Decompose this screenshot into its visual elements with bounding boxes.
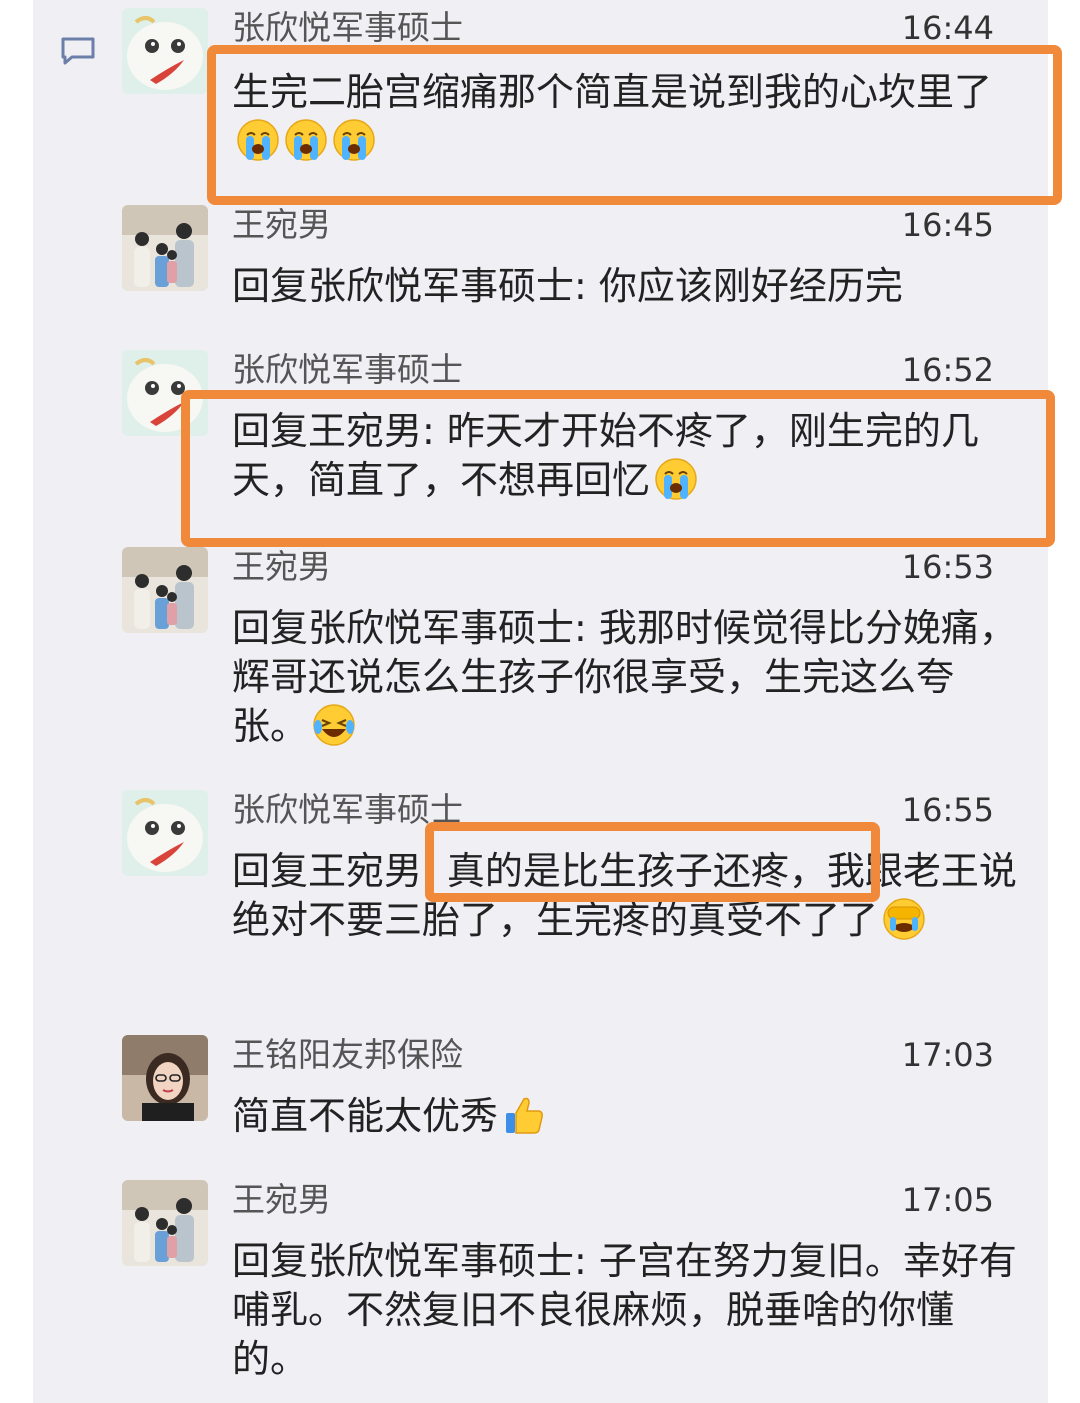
crying-emoji [284,118,328,162]
cat-avatar[interactable] [122,8,208,94]
sender-name[interactable]: 张欣悦军事硕士 [232,8,463,48]
message-text: 回复张欣悦军事硕士: 子宫在努力复旧。幸好有哺乳。不然复旧不良很麻烦，脱垂啥的你… [232,1237,1017,1384]
message-text: 回复王宛男: 真的是比生孩子还疼，我跟老王说绝对不要三胎了，生完疼的真受不了了 [232,847,1017,945]
laughing-tears-emoji [312,703,356,747]
comment-icon[interactable] [60,36,96,66]
sender-name[interactable]: 王铭阳友邦保险 [232,1035,463,1075]
sender-name[interactable]: 张欣悦军事硕士 [232,790,463,830]
sender-name[interactable]: 王宛男 [232,547,331,587]
message-time: 16:45 [901,206,994,244]
sender-name[interactable]: 王宛男 [232,1180,331,1220]
message-body: 简直不能太优秀 [232,1094,499,1138]
message-time: 16:55 [901,791,994,829]
message-text: 回复张欣悦军事硕士: 我那时候觉得比分娩痛，辉哥还说怎么生孩子你很享受，生完这么… [232,604,1017,751]
family-avatar[interactable] [122,547,208,633]
family-avatar[interactable] [122,1180,208,1266]
family-avatar[interactable] [122,205,208,291]
message-text: 简直不能太优秀 [232,1092,1017,1141]
message-text: 回复张欣悦军事硕士: 你应该刚好经历完 [232,262,1017,311]
crying-emoji [236,118,280,162]
message-text: 生完二胎宫缩痛那个简直是说到我的心坎里了 [232,68,1017,166]
message-time: 17:03 [901,1036,994,1074]
message-time: 17:05 [901,1181,994,1219]
message-text: 回复王宛男: 昨天才开始不疼了，刚生完的几天，简直了，不想再回忆 [232,407,1017,505]
woman-avatar[interactable] [122,1035,208,1121]
message-body: 生完二胎宫缩痛那个简直是说到我的心坎里了 [232,70,993,114]
message-body: 回复张欣悦军事硕士: 你应该刚好经历完 [232,264,903,308]
sender-name[interactable]: 张欣悦军事硕士 [232,350,463,390]
message-body: 回复张欣悦军事硕士: 子宫在努力复旧。幸好有哺乳。不然复旧不良很麻烦，脱垂啥的你… [232,1239,1017,1381]
message-time: 16:52 [901,351,994,389]
cat-avatar[interactable] [122,350,208,436]
message-body: 回复王宛男: 昨天才开始不疼了，刚生完的几天，简直了，不想再回忆 [232,409,979,502]
facepalm-crying-emoji [882,897,926,941]
cat-avatar[interactable] [122,790,208,876]
message-time: 16:53 [901,548,994,586]
crying-emoji [332,118,376,162]
message-time: 16:44 [901,9,994,47]
sender-name[interactable]: 王宛男 [232,205,331,245]
crying-emoji [654,457,698,501]
thumbs-up-emoji [502,1093,546,1137]
